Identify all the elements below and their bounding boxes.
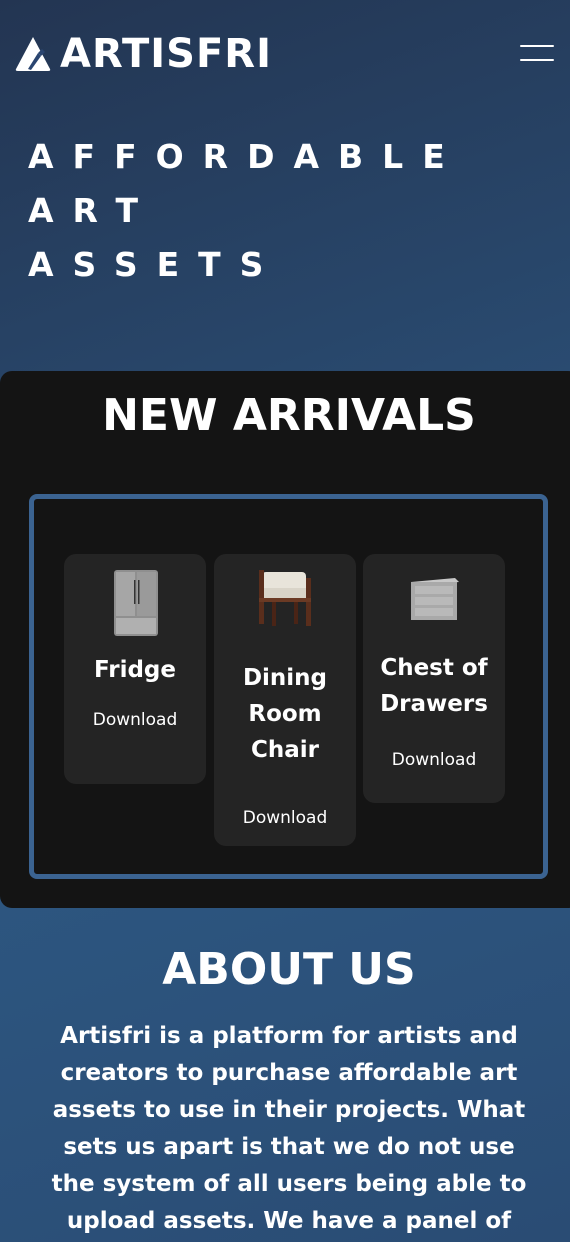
hero-line-1: AFFORDABLE: [28, 137, 464, 176]
brand-name: ARTISFRI: [60, 31, 272, 77]
about-us-text: Artisfri is a platform for artists and c…: [51, 1023, 527, 1234]
download-link[interactable]: Download: [93, 708, 178, 732]
download-link[interactable]: Download: [392, 748, 477, 772]
product-card-dining-room-chair[interactable]: Dining Room Chair Download: [214, 554, 356, 846]
product-card-chest-of-drawers[interactable]: Chest of Drawers Download: [363, 554, 505, 803]
menu-button[interactable]: [518, 40, 556, 68]
page: ARTISFRI AFFORDABLE ART ASSETS NEW ARRIV…: [0, 0, 570, 1242]
hamburger-menu-icon-bar: [520, 59, 554, 61]
drawers-thumbnail: [411, 578, 459, 620]
artisfri-logo-icon: [15, 37, 51, 71]
hero-heading: AFFORDABLE ART ASSETS: [28, 130, 464, 292]
site-header: ARTISFRI: [0, 0, 570, 110]
hero-line-2: ART: [28, 191, 157, 230]
fridge-thumbnail: [114, 570, 158, 636]
chair-thumbnail: [259, 570, 311, 626]
about-us-title: ABOUT US: [162, 944, 416, 995]
download-link[interactable]: Download: [243, 806, 328, 830]
hero-line-3: ASSETS: [28, 245, 283, 284]
product-title: Chest of Drawers: [380, 655, 488, 717]
logo[interactable]: ARTISFRI: [14, 30, 272, 78]
product-card-fridge[interactable]: Fridge Download: [64, 554, 206, 784]
hero: AFFORDABLE ART ASSETS: [28, 130, 464, 292]
product-title: Fridge: [94, 657, 176, 683]
hamburger-menu-icon: [520, 45, 554, 47]
new-arrivals-title: NEW ARRIVALS: [102, 390, 476, 441]
product-title: Dining Room Chair: [242, 665, 328, 763]
